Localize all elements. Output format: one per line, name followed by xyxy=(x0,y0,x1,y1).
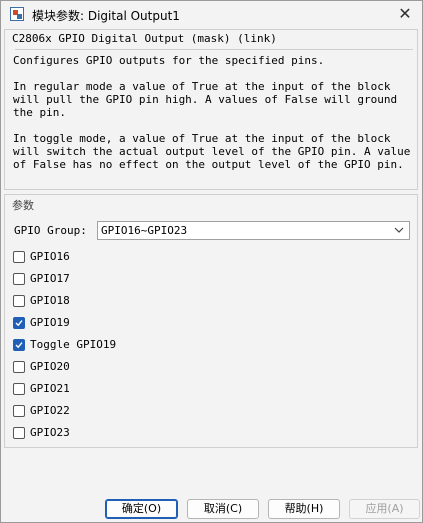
description-title: C2806x GPIO Digital Output (mask) (link) xyxy=(12,32,277,45)
gpio-group-select[interactable]: GPIO16~GPIO23 xyxy=(97,221,410,240)
checkbox-checked[interactable] xyxy=(13,339,25,351)
gpio-group-value: GPIO16~GPIO23 xyxy=(101,224,188,237)
checkbox-unchecked[interactable] xyxy=(13,273,25,285)
checkbox-label: GPIO19 xyxy=(30,316,70,329)
gpio-group-label: GPIO Group: xyxy=(14,224,87,237)
checkbox-unchecked[interactable] xyxy=(13,361,25,373)
checkbox-unchecked[interactable] xyxy=(13,251,25,263)
block-icon xyxy=(10,7,24,21)
checkbox-label: GPIO23 xyxy=(30,426,70,439)
checkbox-label: GPIO21 xyxy=(30,382,70,395)
help-button[interactable]: 帮助(H) xyxy=(268,499,340,519)
description-paragraph: In regular mode a value of True at the i… xyxy=(13,80,398,119)
checkbox-label: GPIO16 xyxy=(30,250,70,263)
apply-button[interactable]: 应用(A) xyxy=(349,499,420,519)
checkbox-unchecked[interactable] xyxy=(13,295,25,307)
checkbox-label: GPIO22 xyxy=(30,404,70,417)
description-text: Configures GPIO outputs for the specifie… xyxy=(13,54,415,184)
checkbox-label: GPIO20 xyxy=(30,360,70,373)
ok-button[interactable]: 确定(O) xyxy=(105,499,178,519)
title-bar: 模块参数: Digital Output1 ✕ xyxy=(1,1,422,29)
checkbox-label: GPIO18 xyxy=(30,294,70,307)
cancel-button[interactable]: 取消(C) xyxy=(187,499,259,519)
checkbox-unchecked[interactable] xyxy=(13,405,25,417)
close-button[interactable]: ✕ xyxy=(390,1,420,27)
checkbox-unchecked[interactable] xyxy=(13,383,25,395)
window-title: 模块参数: Digital Output1 xyxy=(32,9,180,23)
description-divider xyxy=(15,49,413,50)
checkmark-icon xyxy=(15,342,23,349)
checkbox-label: Toggle GPIO19 xyxy=(30,338,117,351)
chevron-down-icon xyxy=(394,227,404,233)
description-paragraph: Configures GPIO outputs for the specifie… xyxy=(13,54,325,67)
checkbox-checked[interactable] xyxy=(13,317,25,329)
checkbox-unchecked[interactable] xyxy=(13,427,25,439)
description-group: C2806x GPIO Digital Output (mask) (link)… xyxy=(4,29,418,190)
checkmark-icon xyxy=(15,320,23,327)
checkbox-label: GPIO17 xyxy=(30,272,70,285)
description-paragraph: In toggle mode, a value of True at the i… xyxy=(13,132,411,171)
parameters-legend: 参数 xyxy=(12,199,34,212)
